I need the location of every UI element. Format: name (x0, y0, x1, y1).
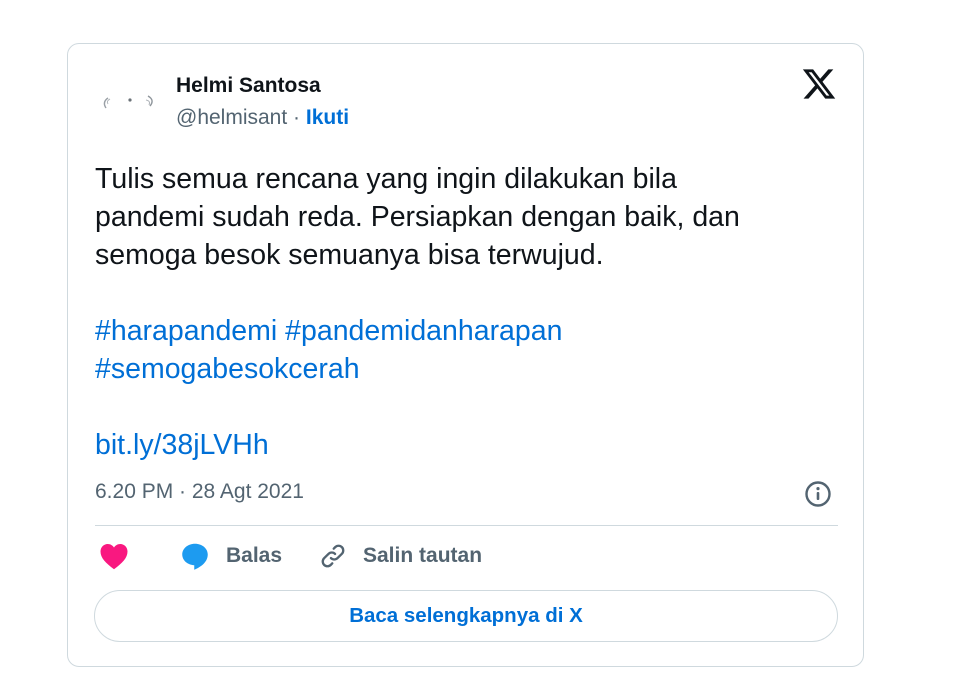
copy-link-label: Salin tautan (363, 544, 483, 567)
author-name[interactable]: Helmi Santosa (176, 74, 321, 98)
reply-label: Balas (226, 544, 283, 567)
speech-bubble-icon (182, 543, 208, 570)
hashtag-link[interactable]: #pandemidanharapan (285, 315, 562, 347)
reply-button[interactable]: Balas (180, 540, 282, 572)
tweet-text-line: semoga besok semuanya bisa terwujud. (95, 239, 604, 271)
short-link[interactable]: bit.ly/38jLVHh (95, 426, 269, 464)
tweet-text-line: Tulis semua rencana yang ingin dilakukan… (95, 163, 677, 195)
author-handle-row: @helmisant · Ikuti (176, 106, 349, 130)
hashtag-link[interactable]: #semogabesokcerah (95, 353, 360, 385)
heart-icon[interactable] (99, 542, 129, 570)
divider (95, 525, 838, 526)
read-more-button[interactable]: Baca selengkapnya di X (94, 590, 838, 642)
avatar[interactable] (96, 74, 160, 126)
tweet-text-line: pandemi sudah reda. Persiapkan dengan ba… (95, 201, 740, 233)
hashtag-line: #harapandemi #pandemidanharapan (95, 312, 562, 350)
handle-separator: · (287, 106, 306, 129)
x-logo-icon[interactable] (801, 66, 837, 102)
hashtag-line: #semogabesokcerah (95, 350, 562, 388)
hashtag-link[interactable]: #harapandemi (95, 315, 277, 347)
info-icon[interactable] (804, 480, 832, 508)
link-icon (321, 544, 345, 568)
author-handle[interactable]: @helmisant (176, 106, 287, 129)
copy-link-button[interactable]: Salin tautan (319, 540, 482, 572)
tweet-text: Tulis semua rencana yang ingin dilakukan… (95, 160, 835, 274)
action-bar: Balas Salin tautan (95, 540, 838, 572)
tweet-embed-card: Helmi Santosa @helmisant · Ikuti Tulis s… (67, 43, 864, 667)
tweet-timestamp[interactable]: 6.20 PM · 28 Agt 2021 (95, 480, 304, 504)
follow-link[interactable]: Ikuti (306, 106, 349, 129)
hashtag-list: #harapandemi #pandemidanharapan #semogab… (95, 312, 562, 388)
